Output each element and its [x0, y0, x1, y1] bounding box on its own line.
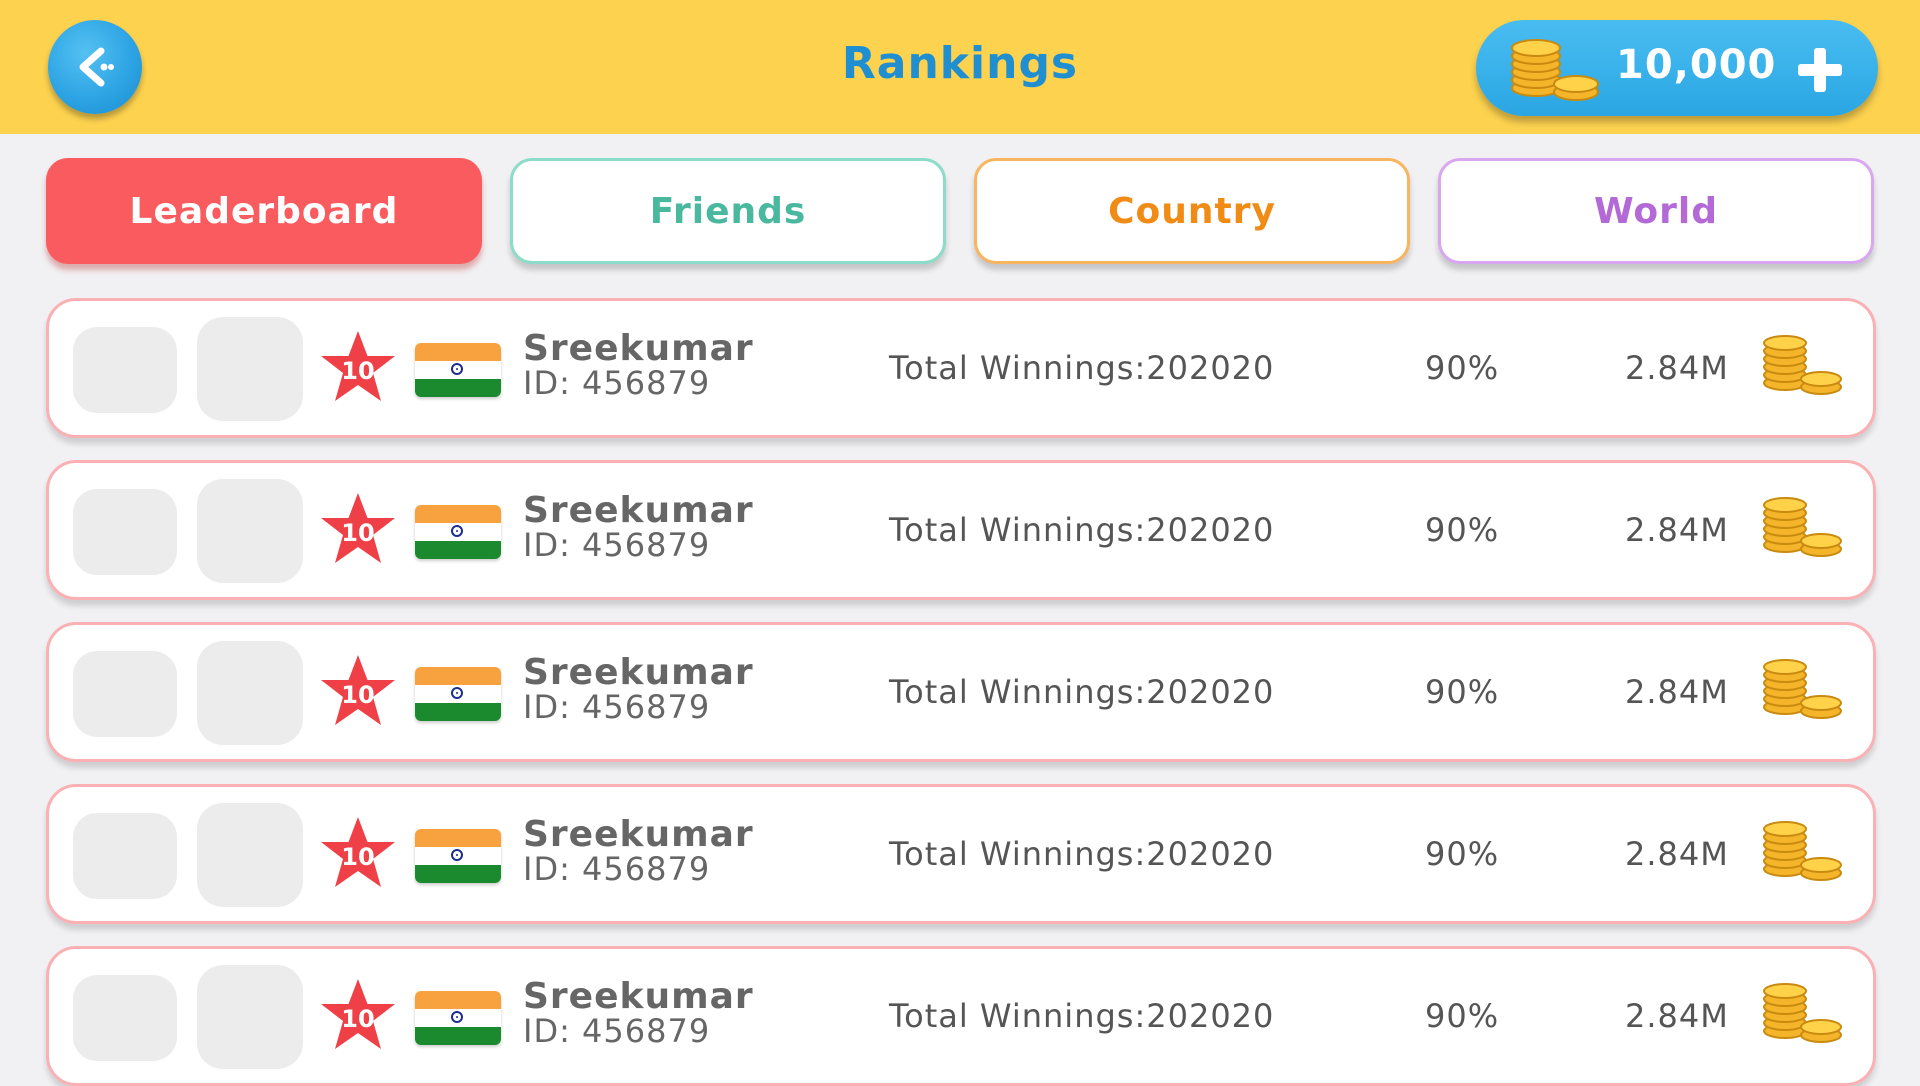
- rank-star-icon: 10: [321, 817, 395, 887]
- coin-amount: 2.84M: [1625, 835, 1729, 873]
- avatar-frame-placeholder: [197, 965, 303, 1069]
- win-percent: 90%: [1425, 835, 1500, 873]
- total-winnings: Total Winnings:202020: [889, 511, 1275, 549]
- coin-stack-icon: [1763, 335, 1842, 395]
- rank-star-icon: 10: [321, 979, 395, 1049]
- avatar-placeholder: [73, 813, 177, 899]
- tab-friends[interactable]: Friends: [510, 158, 946, 264]
- win-percent: 90%: [1425, 997, 1500, 1035]
- india-flag-icon: [415, 505, 501, 559]
- tab-leaderboard[interactable]: Leaderboard: [46, 158, 482, 264]
- ranking-row[interactable]: 10 Sreekumar ID: 456879 Total Winnings:2…: [46, 784, 1876, 924]
- player-id: ID: 456879: [523, 364, 711, 402]
- player-name: Sreekumar: [523, 328, 754, 369]
- avatar-placeholder: [73, 975, 177, 1061]
- avatar-frame-placeholder: [197, 317, 303, 421]
- ranking-row[interactable]: 10 Sreekumar ID: 456879 Total Winnings:2…: [46, 460, 1876, 600]
- rank-number: 10: [341, 843, 374, 871]
- india-flag-icon: [415, 991, 501, 1045]
- coin-amount: 2.84M: [1625, 349, 1729, 387]
- coin-balance: 10,000: [1616, 42, 1777, 88]
- player-name: Sreekumar: [523, 976, 754, 1017]
- total-winnings: Total Winnings:202020: [889, 673, 1275, 711]
- total-winnings: Total Winnings:202020: [889, 997, 1275, 1035]
- avatar-placeholder: [73, 651, 177, 737]
- win-percent: 90%: [1425, 349, 1500, 387]
- coin-stack-icon: [1763, 821, 1842, 881]
- win-percent: 90%: [1425, 673, 1500, 711]
- player-id: ID: 456879: [523, 526, 711, 564]
- rank-number: 10: [341, 681, 374, 709]
- avatar-placeholder: [73, 489, 177, 575]
- rank-star-icon: 10: [321, 655, 395, 725]
- coin-amount: 2.84M: [1625, 511, 1729, 549]
- add-coins-icon[interactable]: [1794, 44, 1846, 96]
- avatar-placeholder: [73, 327, 177, 413]
- player-id: ID: 456879: [523, 688, 711, 726]
- india-flag-icon: [415, 343, 501, 397]
- player-name: Sreekumar: [523, 814, 754, 855]
- avatar-frame-placeholder: [197, 803, 303, 907]
- rank-star-icon: 10: [321, 493, 395, 563]
- coin-stack-icon: [1763, 659, 1842, 719]
- avatar-frame-placeholder: [197, 479, 303, 583]
- tab-world[interactable]: World: [1438, 158, 1874, 264]
- tab-country[interactable]: Country: [974, 158, 1410, 264]
- coin-amount: 2.84M: [1625, 673, 1729, 711]
- win-percent: 90%: [1425, 511, 1500, 549]
- coin-stack-icon: [1763, 497, 1842, 557]
- coin-balance-pill[interactable]: 10,000: [1476, 20, 1878, 116]
- rank-number: 10: [341, 519, 374, 547]
- top-bar: Rankings 10,000: [0, 0, 1920, 134]
- ranking-row[interactable]: 10 Sreekumar ID: 456879 Total Winnings:2…: [46, 298, 1876, 438]
- ranking-row[interactable]: 10 Sreekumar ID: 456879 Total Winnings:2…: [46, 946, 1876, 1086]
- total-winnings: Total Winnings:202020: [889, 835, 1275, 873]
- rank-star-icon: 10: [321, 331, 395, 401]
- player-name: Sreekumar: [523, 652, 754, 693]
- rank-number: 10: [341, 357, 374, 385]
- avatar-frame-placeholder: [197, 641, 303, 745]
- player-id: ID: 456879: [523, 850, 711, 888]
- coin-stack-icon: [1763, 983, 1842, 1043]
- india-flag-icon: [415, 667, 501, 721]
- coin-amount: 2.84M: [1625, 997, 1729, 1035]
- coin-stack-icon: [1511, 39, 1599, 101]
- ranking-row[interactable]: 10 Sreekumar ID: 456879 Total Winnings:2…: [46, 622, 1876, 762]
- rank-number: 10: [341, 1005, 374, 1033]
- player-name: Sreekumar: [523, 490, 754, 531]
- total-winnings: Total Winnings:202020: [889, 349, 1275, 387]
- player-id: ID: 456879: [523, 1012, 711, 1050]
- india-flag-icon: [415, 829, 501, 883]
